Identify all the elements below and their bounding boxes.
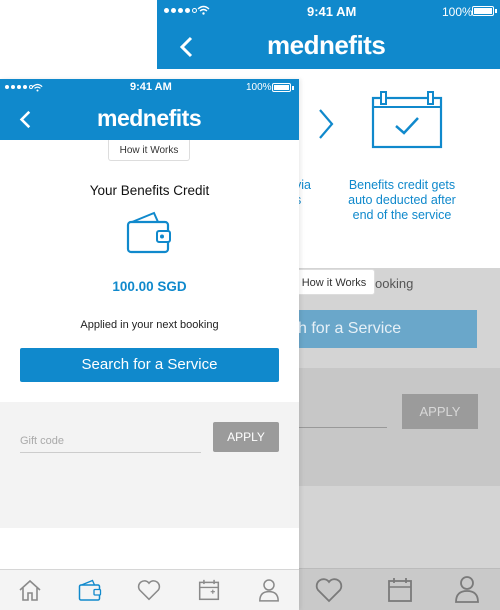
tab-favorites[interactable] [136, 577, 162, 603]
calendar-check-icon [371, 91, 443, 149]
chevron-right-icon [319, 109, 334, 139]
dimmed-apply-button: APPLY [402, 394, 478, 429]
tab-profile[interactable] [256, 577, 282, 603]
home-icon [19, 579, 41, 601]
calendar-icon [388, 578, 412, 602]
dimmed-gift-input [297, 427, 387, 428]
status-bar: 9:41 AM 100% [0, 79, 299, 97]
navigation-bar: mednefits [0, 97, 299, 140]
back-chevron-icon[interactable] [179, 36, 193, 58]
search-service-button[interactable]: Search for a Service [20, 348, 279, 382]
heart-icon [138, 580, 161, 601]
status-bar: 9:41 AM 100% [157, 0, 500, 22]
credit-title: Your Benefits Credit [89, 183, 210, 198]
credit-amount: 100.00 SGD [112, 279, 187, 294]
step-right-description: Benefits credit gets auto deducted after… [348, 178, 456, 222]
apply-button[interactable]: APPLY [213, 422, 279, 452]
mednefits-logo: mednefits [97, 105, 202, 132]
dimmed-booking-text: ooking [375, 276, 414, 291]
battery-icon [272, 83, 294, 92]
battery-icon [472, 6, 497, 16]
mednefits-logo: mednefits [267, 30, 386, 61]
wallet-icon [78, 579, 101, 601]
how-it-works-tab[interactable]: How it Works [108, 140, 190, 161]
heart-icon [315, 578, 343, 603]
logo-text: mednefits [267, 30, 386, 60]
status-time: 9:41 AM [130, 81, 172, 93]
profile-icon [259, 579, 279, 602]
tab-bar [0, 569, 299, 610]
how-it-works-tab-overlay[interactable]: How it Works [293, 269, 375, 295]
profile-icon [455, 576, 479, 603]
tab-calendar[interactable] [196, 577, 222, 603]
navigation-bar: mednefits [157, 22, 500, 69]
wifi-icon [197, 5, 210, 15]
applied-note: Applied in your next booking [80, 319, 219, 331]
tab-home[interactable] [17, 577, 43, 603]
calendar-icon [199, 579, 220, 601]
foreground-screen: 9:41 AM 100% mednefits How it Works Your… [0, 79, 299, 610]
battery-level: 100% [442, 5, 473, 19]
gift-code-section [0, 402, 299, 528]
dimmed-search-button: h for a Service [294, 310, 477, 348]
gift-code-input[interactable] [20, 429, 201, 453]
signal-icon [164, 8, 197, 13]
battery-level: 100% [246, 82, 272, 93]
status-time: 9:41 AM [307, 4, 357, 19]
signal-icon [5, 85, 33, 89]
wifi-icon [32, 83, 43, 92]
back-chevron-icon[interactable] [19, 110, 31, 129]
tab-wallet[interactable] [77, 577, 103, 603]
logo-text: mednefits [97, 105, 202, 131]
wallet-icon [126, 211, 171, 254]
